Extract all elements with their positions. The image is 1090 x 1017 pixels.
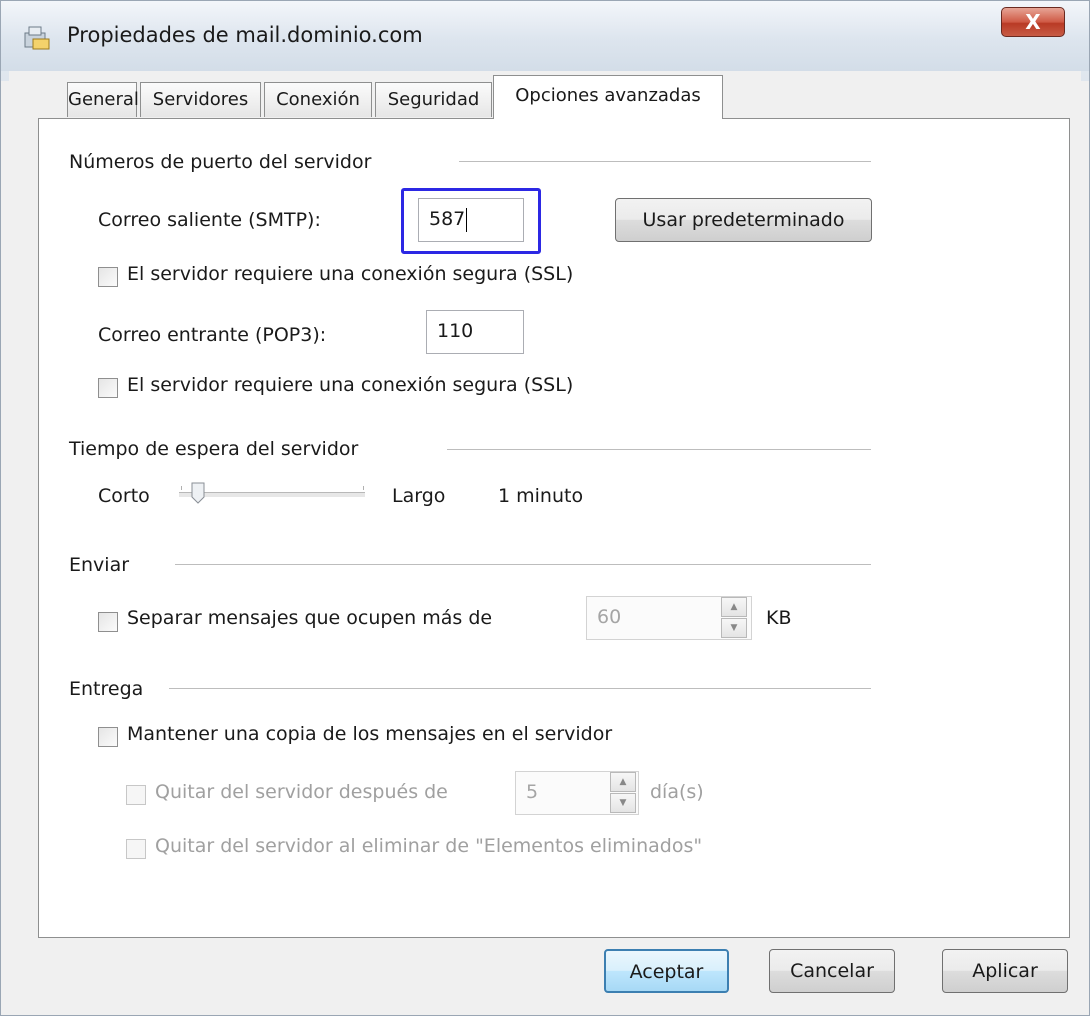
split-messages-checkbox[interactable] — [98, 612, 118, 632]
cancel-button[interactable]: Cancelar — [769, 949, 895, 993]
spin-up-icon[interactable]: ▲ — [610, 772, 636, 792]
spin-down-icon[interactable]: ▼ — [610, 793, 636, 813]
smtp-ssl-label[interactable]: El servidor requiere una conexión segura… — [127, 263, 573, 285]
use-default-button[interactable]: Usar predeterminado — [615, 198, 872, 242]
smtp-label: Correo saliente (SMTP): — [98, 209, 321, 231]
split-size-spinner[interactable]: ▲ ▼ — [721, 597, 747, 639]
split-size-value: 60 — [597, 606, 622, 628]
pop3-ssl-checkbox[interactable] — [98, 378, 118, 398]
pop3-port-input[interactable]: 110 — [426, 310, 524, 354]
timeout-slider-thumb[interactable] — [191, 482, 205, 504]
text-caret — [466, 207, 468, 232]
remove-after-label[interactable]: Quitar del servidor después de — [155, 781, 448, 803]
keep-copy-label[interactable]: Mantener una copia de los mensajes en el… — [127, 723, 612, 745]
timeout-slider-track[interactable] — [179, 492, 365, 498]
slider-tick — [181, 486, 182, 490]
split-messages-label[interactable]: Separar mensajes que ocupen más de — [127, 607, 492, 629]
slider-tick — [363, 486, 364, 490]
pop3-port-value: 110 — [437, 320, 474, 342]
remove-on-delete-label[interactable]: Quitar del servidor al eliminar de "Elem… — [155, 835, 702, 857]
keep-copy-checkbox[interactable] — [98, 727, 118, 747]
send-section-title: Enviar — [69, 554, 130, 576]
separator — [459, 161, 871, 162]
use-default-label: Usar predeterminado — [642, 209, 845, 231]
ok-label: Aceptar — [629, 961, 704, 983]
spin-down-icon[interactable]: ▼ — [721, 618, 747, 638]
smtp-port-input[interactable]: 587 — [418, 198, 524, 242]
days-unit-label: día(s) — [650, 781, 704, 803]
ports-section-title: Números de puerto del servidor — [69, 151, 372, 173]
apply-button[interactable]: Aplicar — [942, 949, 1068, 993]
smtp-port-value: 587 — [429, 208, 466, 230]
timeout-value-label: 1 minuto — [498, 485, 584, 507]
pop3-label: Correo entrante (POP3): — [98, 324, 327, 346]
cancel-label: Cancelar — [790, 960, 874, 982]
remove-after-spinner[interactable]: ▲ ▼ — [610, 772, 636, 814]
split-size-unit: KB — [766, 607, 792, 629]
timeout-long-label: Largo — [392, 485, 446, 507]
separator — [175, 564, 871, 565]
pop3-ssl-label[interactable]: El servidor requiere una conexión segura… — [127, 374, 573, 396]
apply-label: Aplicar — [972, 960, 1038, 982]
smtp-ssl-checkbox[interactable] — [98, 267, 118, 287]
separator — [447, 449, 871, 450]
panel-content: Números de puerto del servidor Correo sa… — [1, 1, 1090, 1017]
ok-button[interactable]: Aceptar — [604, 949, 729, 993]
spin-up-icon[interactable]: ▲ — [721, 597, 747, 617]
delivery-section-title: Entrega — [69, 678, 144, 700]
timeout-section-title: Tiempo de espera del servidor — [69, 438, 359, 460]
remove-on-delete-checkbox[interactable] — [126, 839, 146, 859]
remove-after-checkbox[interactable] — [126, 785, 146, 805]
separator — [169, 688, 871, 689]
properties-dialog: Propiedades de mail.dominio.com X Genera… — [0, 0, 1090, 1016]
remove-after-days-value: 5 — [526, 781, 539, 803]
timeout-short-label: Corto — [98, 485, 150, 507]
